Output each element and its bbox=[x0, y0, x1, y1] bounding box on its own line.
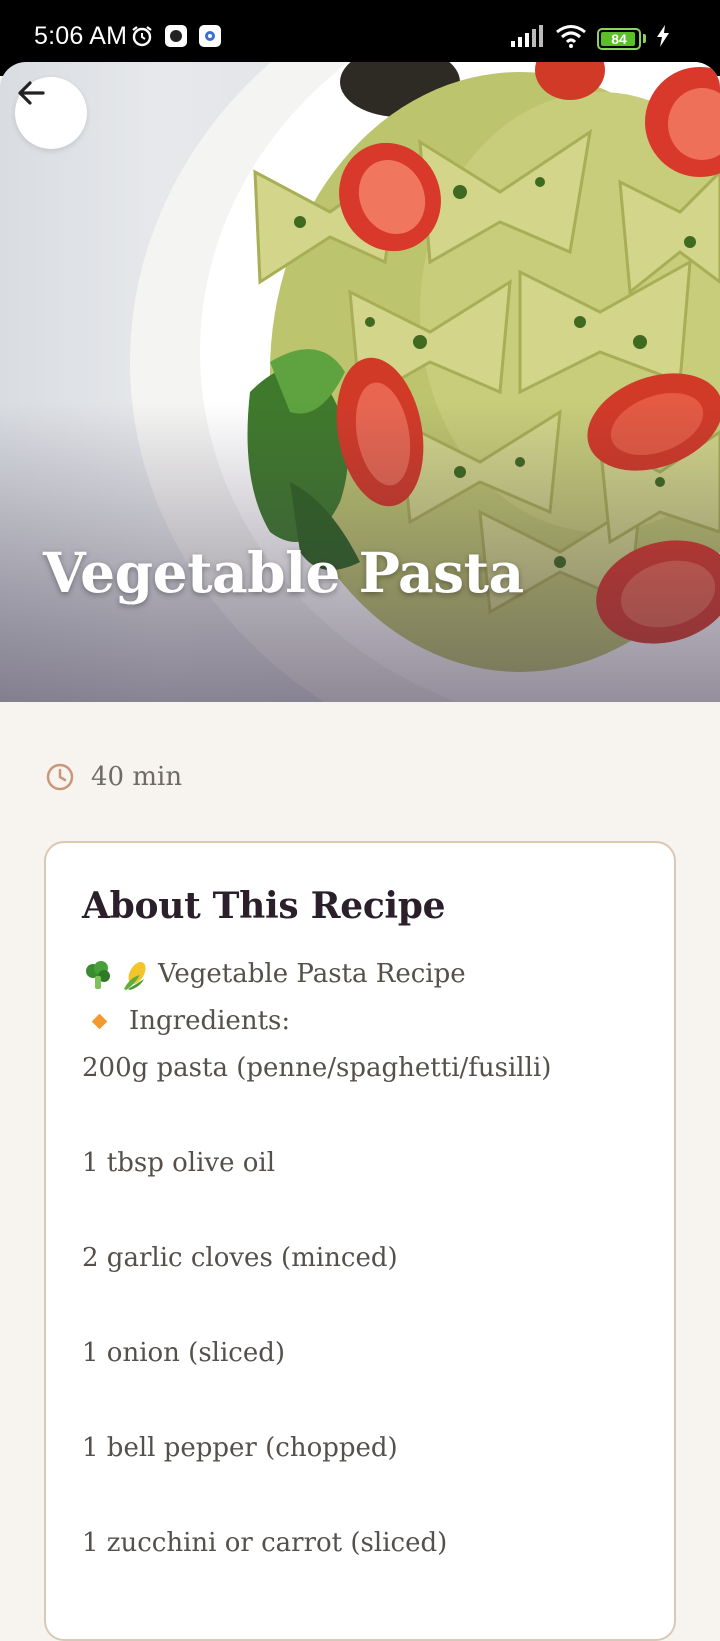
alarm-icon bbox=[130, 24, 154, 48]
ingredients-label-line: Ingredients: bbox=[82, 998, 638, 1045]
charging-bolt-icon bbox=[656, 25, 670, 52]
status-time: 5:06 AM bbox=[34, 22, 128, 50]
app-icon bbox=[164, 24, 188, 48]
line-spacer bbox=[82, 1282, 638, 1330]
line-spacer bbox=[82, 1472, 638, 1520]
back-button[interactable] bbox=[15, 77, 87, 149]
description-header-text: Vegetable Pasta Recipe bbox=[158, 959, 466, 989]
battery-tip bbox=[643, 34, 646, 43]
wifi-icon bbox=[555, 24, 587, 53]
battery-icon: 84 bbox=[597, 27, 641, 50]
status-right-icons: 84 bbox=[511, 24, 670, 53]
corn-emoji bbox=[124, 961, 146, 990]
broccoli-emoji bbox=[86, 960, 110, 989]
signal-icon bbox=[511, 25, 545, 52]
ingredient-item: 2 garlic cloves (minced) bbox=[82, 1243, 398, 1273]
orange-diamond-icon bbox=[91, 1013, 108, 1030]
ingredient-item: 1 onion (sliced) bbox=[82, 1338, 286, 1368]
arrow-left-icon bbox=[18, 81, 45, 105]
ingredient-item: 1 zucchini or carrot (sliced) bbox=[82, 1528, 448, 1558]
description-header-line: Vegetable Pasta Recipe bbox=[82, 951, 638, 998]
line-spacer bbox=[82, 1092, 638, 1140]
ingredient-item: 200g pasta (penne/spaghetti/fusilli) bbox=[82, 1053, 552, 1083]
about-card: About This Recipe Vegetable Pasta Recipe… bbox=[44, 841, 676, 1641]
ingredient-item: 1 bell pepper (chopped) bbox=[82, 1433, 398, 1463]
meta-row: 40 min bbox=[45, 762, 182, 792]
settings-gear-icon bbox=[198, 24, 222, 48]
cook-time: 40 min bbox=[91, 762, 183, 792]
status-left-icons bbox=[130, 24, 222, 48]
ingredients-label: Ingredients: bbox=[129, 1006, 291, 1036]
about-heading: About This Recipe bbox=[82, 885, 446, 927]
hero-image: Vegetable Pasta bbox=[0, 62, 720, 702]
line-spacer bbox=[82, 1377, 638, 1425]
line-spacer bbox=[82, 1187, 638, 1235]
recipe-title: Vegetable Pasta bbox=[43, 540, 524, 605]
clock-icon bbox=[46, 763, 74, 791]
ingredient-item: 1 tbsp olive oil bbox=[82, 1148, 276, 1178]
battery-level: 84 bbox=[611, 30, 627, 47]
